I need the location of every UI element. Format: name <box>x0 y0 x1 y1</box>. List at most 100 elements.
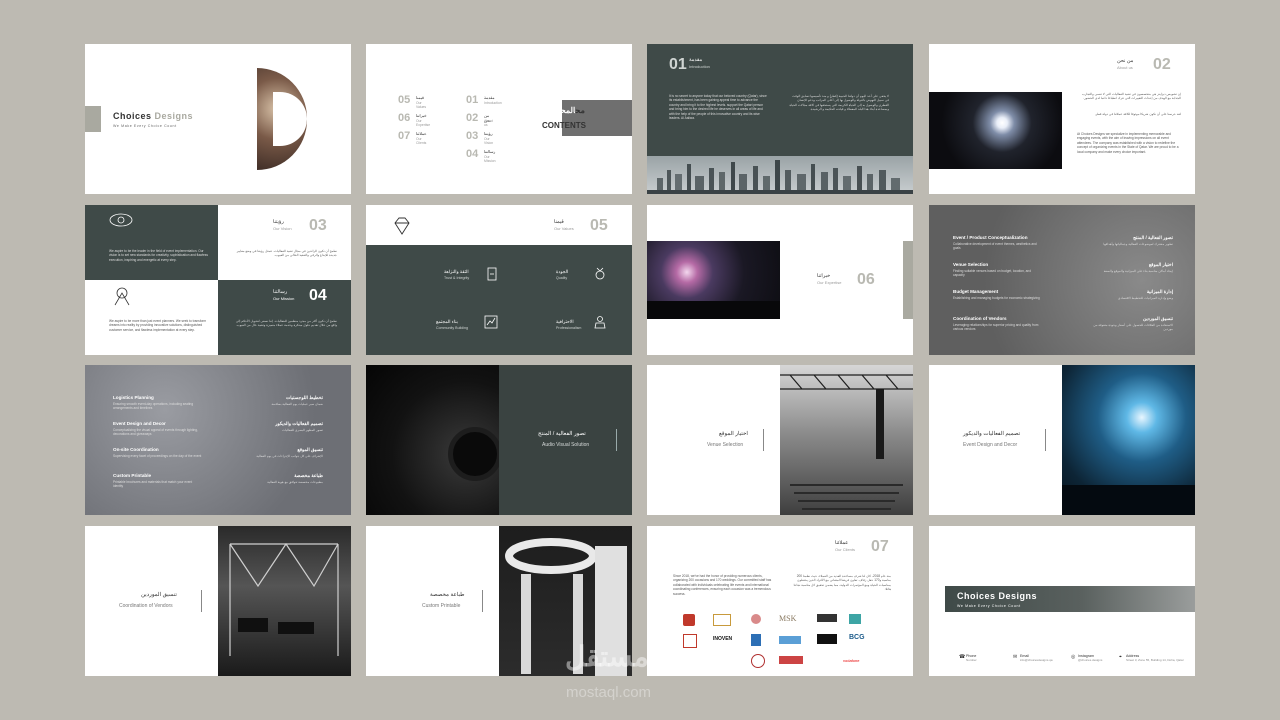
value-title-en: Trust & Integrity <box>444 276 470 280</box>
client-logo <box>817 634 837 644</box>
intro-text-en: It is no secret to anyone today that our… <box>669 94 767 121</box>
value-title-ar: الاحترافية <box>556 319 574 324</box>
client-logo <box>683 614 695 626</box>
instagram-icon: ◎ <box>1071 654 1076 660</box>
section-title-ar: عملائنا <box>835 540 849 546</box>
service-title-ar: تصور الفعالية / المنتج <box>538 431 586 437</box>
slide-event-design[interactable]: تصميم الفعاليات والديكور Event Design an… <box>929 365 1195 515</box>
phone-icon: ☎ <box>959 654 966 660</box>
mission-number: 04 <box>309 287 327 304</box>
slide-venue-selection[interactable]: اختيار الموقع Venue Selection <box>647 365 913 515</box>
growth-chart-icon <box>484 315 498 329</box>
value-title-en: Community Building <box>436 326 468 330</box>
clients-text-ar: منذ عام 2018، كان لنا شرف مساعدة العديد … <box>793 574 891 592</box>
fireworks-photo <box>929 92 1062 169</box>
brand-tagline: We Make Every Choice Count <box>957 604 1021 608</box>
service-title-ar: طباعة مخصصة <box>430 592 465 598</box>
brand-tagline: We Make Every Choice Count <box>113 124 177 128</box>
mission-title-en: Our Mission <box>273 296 295 301</box>
section-number: 01 <box>669 56 687 73</box>
section-title-en: Our Expertise <box>817 280 842 285</box>
contents-title-ar: محالمحتويات <box>542 106 585 115</box>
mission-text-ar: نطمح أن نكون أكثر من مجرد منظمين للفعالي… <box>235 319 337 328</box>
stage-truss-photo <box>218 526 351 676</box>
client-logo <box>751 654 765 668</box>
divider <box>616 429 617 451</box>
crowd-silhouette <box>1062 485 1195 515</box>
slide-expertise[interactable]: 06 خبراتنا Our Expertise <box>647 205 913 355</box>
slide-contents[interactable]: محالمحتويات CONTENTS 01 مقدمة Introduction… <box>366 44 632 194</box>
slide-services-2[interactable]: Logistics Planning Ensuring smooth event… <box>85 365 351 515</box>
crowd-silhouette <box>647 301 780 319</box>
service-title-ar: تصميم الفعاليات والديكور <box>963 431 1021 437</box>
clients-text-en: Since 2018, we've had the honor of provi… <box>673 574 772 596</box>
value-title-ar: الجودة <box>556 269 569 274</box>
brand-title: Choices Designs <box>113 111 194 121</box>
client-logo <box>751 634 761 646</box>
camera-lens <box>448 427 499 481</box>
stage-lights-photo <box>1062 365 1195 515</box>
slide-about-us[interactable]: 02 من نحن About us إن تشويس ديزاينز هي م… <box>929 44 1195 194</box>
cover-venue-photo <box>257 68 307 170</box>
watermark-logo: مستقل <box>565 641 649 672</box>
vision-panel <box>85 205 218 280</box>
service-title-en: Event Design and Decor <box>963 442 1018 448</box>
section-title-ar: خبراتنا <box>817 273 831 279</box>
divider <box>1045 429 1046 451</box>
about-text-ar1: إن تشويس ديزاينز هي متخصصون في تنفيذ الف… <box>1081 92 1181 101</box>
section-title-en: Our Clients <box>835 547 856 552</box>
venue-truss-photo <box>780 365 913 515</box>
slide-introduction[interactable]: 01 مقدمة Introduction It is no secret to… <box>647 44 913 194</box>
medal-icon <box>595 267 605 280</box>
vision-text-en: We aspire to be the leader in the field … <box>109 249 208 262</box>
service-title-en: Audio Visual Solution <box>542 442 590 448</box>
value-title-en: Professionalism <box>556 326 582 330</box>
about-text-ar2: لقد حرصنا على أن نكون شريكا موثوقا لكافة… <box>1094 112 1181 116</box>
client-logo <box>779 636 801 644</box>
service-title-en: Coordination of Vendors <box>119 603 173 609</box>
skyline-photo <box>647 156 913 194</box>
location-icon: ⌖ <box>1119 654 1122 660</box>
service-title-en: Custom Printable <box>422 603 461 609</box>
vision-text-ar: نطمح أن نكون الرائدين في مجال تنفيذ الفع… <box>236 249 337 258</box>
email-icon: ✉ <box>1013 654 1018 660</box>
watermark-url: mostaql.com <box>566 684 652 701</box>
client-logo <box>817 614 837 622</box>
slide-closing[interactable]: Choices Designs We Make Every Choice Cou… <box>929 526 1195 676</box>
eye-icon <box>109 213 133 227</box>
client-logo-inoven: INOVEN <box>713 636 733 642</box>
slide-cover[interactable]: Choices Designs We Make Every Choice Cou… <box>85 44 351 194</box>
client-logo-bcg: BCG <box>849 634 865 641</box>
contents-title-en: CONTENTS <box>542 121 586 130</box>
slide-vendors[interactable]: تنسيق الموردين Coordination of Vendors <box>85 526 351 676</box>
slide-vision-mission[interactable]: 03 رؤيتنا Our Vision We aspire to be the… <box>85 205 351 355</box>
value-title-ar: الثقة والنزاهة <box>444 269 469 274</box>
client-logo <box>779 656 803 664</box>
value-title-en: Quality <box>556 276 568 280</box>
slide-clients[interactable]: 07 عملائنا Our Clients Since 2018, we've… <box>647 526 913 676</box>
divider <box>201 590 202 612</box>
section-title-ar: قيمنا <box>554 219 564 225</box>
accent-bar <box>85 106 101 132</box>
contact-row: ☎ Phone Number ✉ Email info@choicesdesigns.q… <box>959 654 1184 662</box>
fireworks-crowd-photo <box>647 241 780 319</box>
person-icon <box>594 316 606 329</box>
diamond-icon <box>394 217 410 235</box>
camera-photo <box>366 365 499 515</box>
divider <box>482 590 483 612</box>
section-title-en: Our Values <box>554 226 574 231</box>
slide-values[interactable]: 05 قيمنا Our Values الجودة Quality الثقة… <box>366 205 632 355</box>
client-logo <box>849 614 861 624</box>
intro-text-ar: لا يخفى على أحد اليوم أن دولتنا الحبيبة … <box>789 94 890 112</box>
slide-services-1[interactable]: Event / Product Conceptualization Collab… <box>929 205 1195 355</box>
client-logo <box>713 614 731 626</box>
slide-audio-visual[interactable]: تصور الفعالية / المنتج Audio Visual Solu… <box>366 365 632 515</box>
text-panel <box>499 365 632 515</box>
divider <box>763 429 764 451</box>
vision-title-en: Our Vision <box>273 226 292 231</box>
section-number: 07 <box>871 538 889 555</box>
vision-title-ar: رؤيتنا <box>273 219 284 225</box>
service-title-ar: تنسيق الموردين <box>141 592 177 598</box>
about-text-en: At Choices Designs we specialize in impl… <box>1077 132 1179 154</box>
mission-title-ar: رسالتنا <box>273 289 288 295</box>
